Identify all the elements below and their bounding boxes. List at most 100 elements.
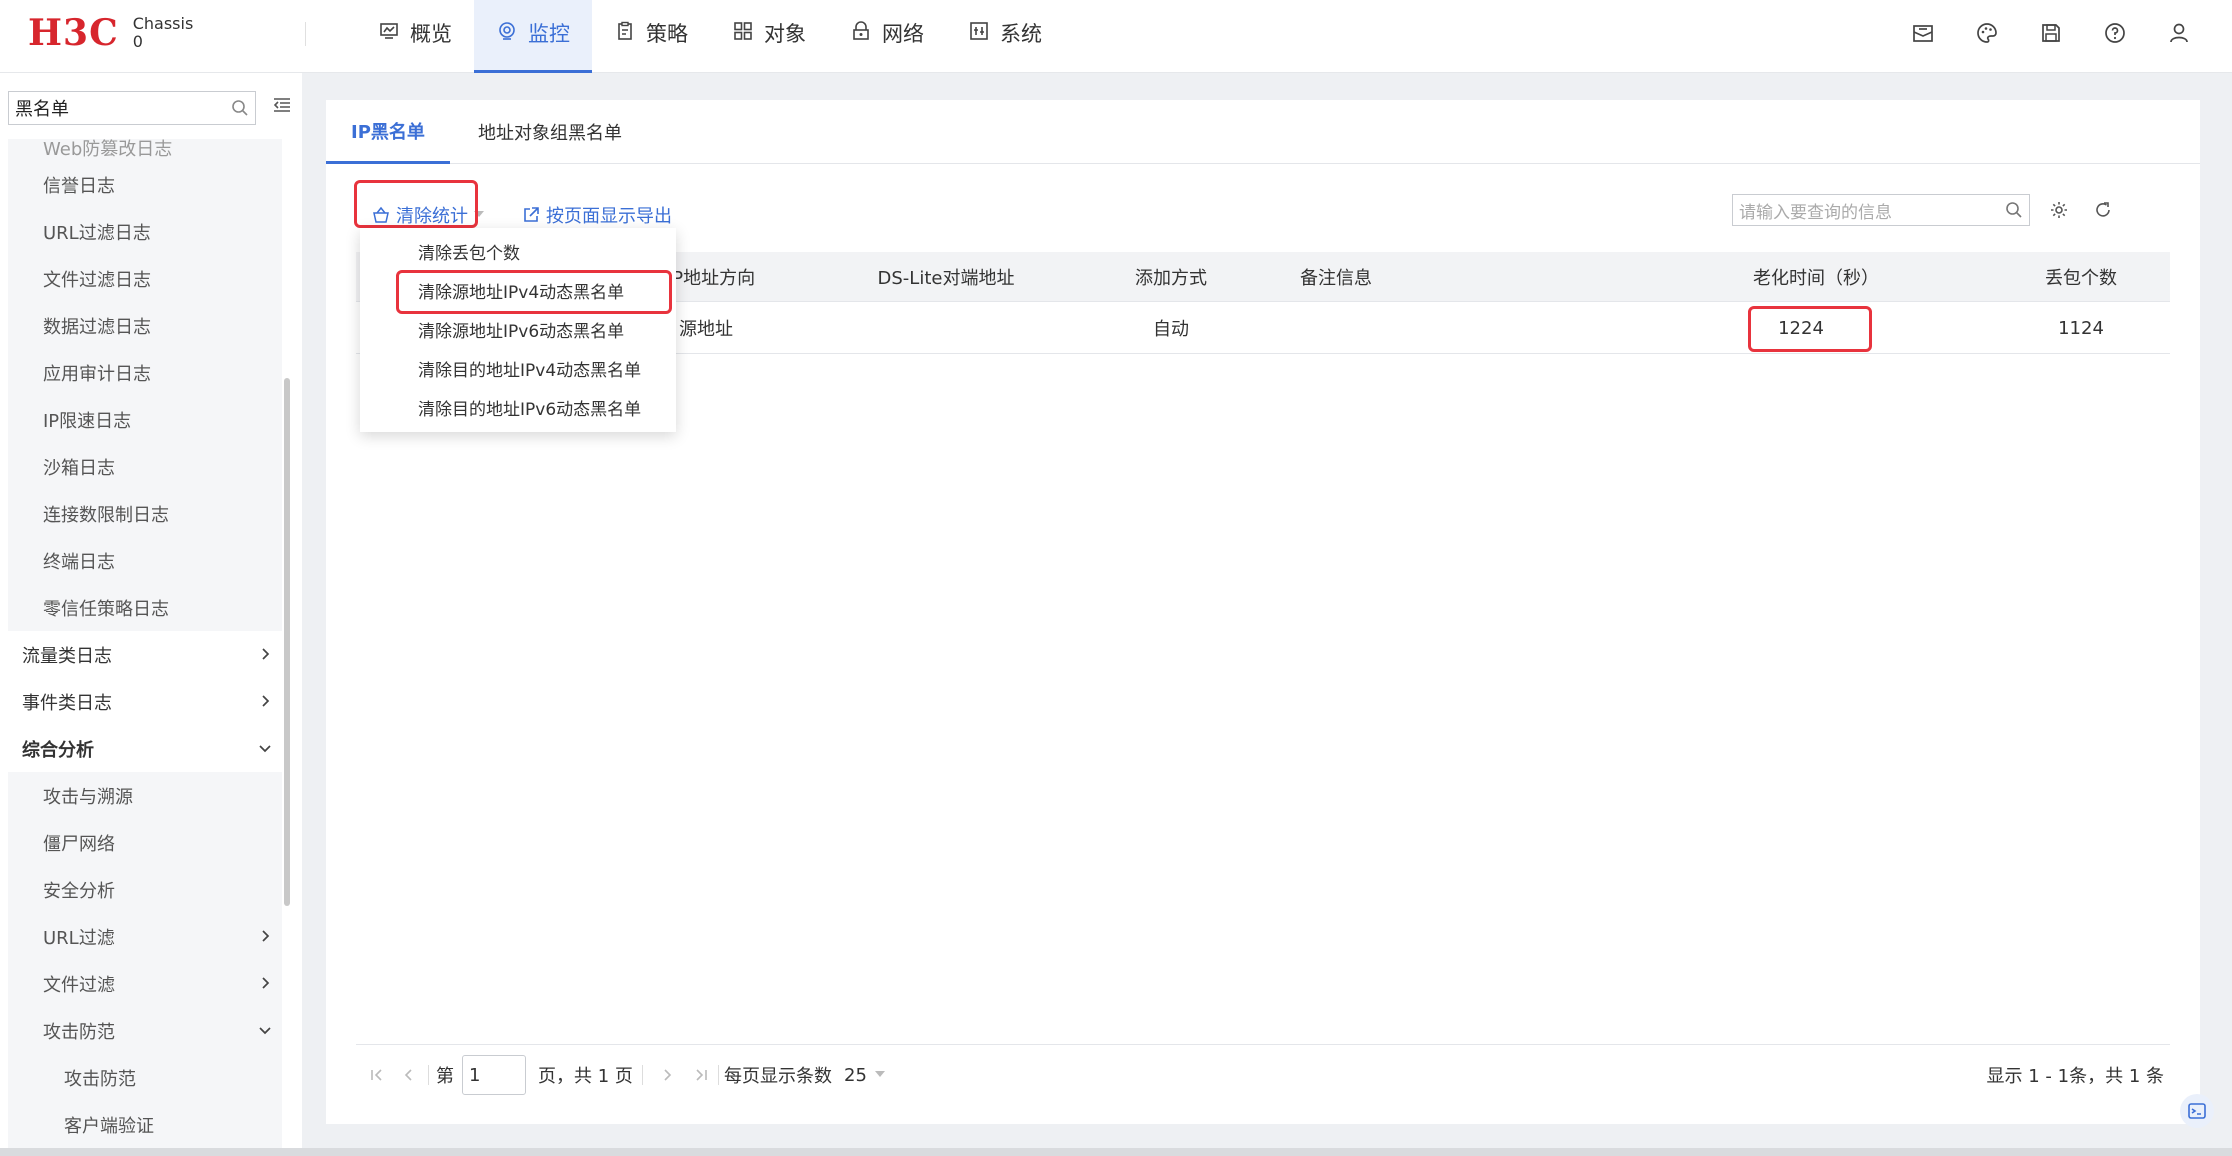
sidebar-menu: Web防篡改日志信誉日志 URL过滤日志文件过滤日志 数据过滤日志 应用审计日志 IP限… xyxy=(8,139,282,1148)
help-icon[interactable] xyxy=(2098,16,2132,50)
sidebar-item[interactable]: URL过滤日志 xyxy=(8,208,282,255)
sidebar-scrollbar[interactable] xyxy=(284,378,290,906)
chevron-right-icon xyxy=(256,927,274,945)
sidebar-item[interactable]: 信誉日志 xyxy=(8,161,282,208)
sidebar-item[interactable]: 文件过滤 xyxy=(8,960,282,1007)
content-panel: IP黑名单 地址对象组黑名单 清除统计 按页面显示导出 请输入要查询的信息 IP… xyxy=(326,100,2200,1124)
sidebar-item[interactable]: URL过滤 xyxy=(8,913,282,960)
sidebar-item[interactable]: 文件过滤日志 xyxy=(8,255,282,302)
search-icon[interactable] xyxy=(225,99,255,117)
separator xyxy=(428,1065,429,1085)
settings-icon[interactable] xyxy=(2048,199,2070,221)
save-icon[interactable] xyxy=(2034,16,2068,50)
sidebar-item[interactable]: IP限速日志 xyxy=(8,396,282,443)
nav-system[interactable]: 系统 xyxy=(946,0,1064,73)
sidebar-item[interactable]: 终端日志 xyxy=(8,537,282,584)
sidebar-item[interactable]: 数据过滤日志 xyxy=(8,302,282,349)
sidebar-item[interactable]: 沙箱日志 xyxy=(8,443,282,490)
next-page-icon[interactable] xyxy=(660,1045,674,1105)
sidebar-item-label: 攻击防范 xyxy=(64,1068,136,1090)
cell-note xyxy=(1256,302,1416,354)
terminal-icon[interactable] xyxy=(2180,1094,2214,1128)
sidebar-item-label: 事件类日志 xyxy=(22,692,112,714)
sidebar-item[interactable]: 事件类日志 xyxy=(8,678,282,725)
col-drop-count[interactable]: 丢包个数 xyxy=(1996,252,2166,302)
cell-drops: 1124 xyxy=(2058,317,2104,339)
page-suffix: 页，共 1 页 xyxy=(538,1066,633,1087)
sidebar-item[interactable]: 综合分析 xyxy=(8,725,282,772)
sidebar-search-value[interactable]: 黑名单 xyxy=(15,95,225,121)
chevron-down-icon xyxy=(256,739,274,757)
sidebar-item[interactable]: 僵尸网络 xyxy=(8,819,282,866)
nav-label: 策略 xyxy=(646,22,688,46)
sidebar: 黑名单 Web防篡改日志信誉日志 URL过滤日志文件过滤日志 数据过滤日志 应用审计日… xyxy=(0,73,302,1156)
nav-label: 对象 xyxy=(764,22,806,46)
sidebar-item-label: 攻击与溯源 xyxy=(43,786,133,808)
refresh-icon[interactable] xyxy=(2092,199,2114,221)
sidebar-item[interactable]: 安全分析 xyxy=(8,866,282,913)
mail-icon[interactable] xyxy=(1906,16,1940,50)
sidebar-item-label: 综合分析 xyxy=(22,739,94,761)
prev-page-icon[interactable] xyxy=(402,1045,416,1105)
main-nav: 概览 监控 策略 对象 网络 系统 xyxy=(356,0,1064,73)
tab-address-group-blacklist[interactable]: 地址对象组黑名单 xyxy=(478,100,622,164)
pagination-summary: 显示 1 - 1条，共 1 条 xyxy=(1986,1066,2164,1087)
chevron-down-icon xyxy=(256,1021,274,1039)
sidebar-item[interactable]: 应用审计日志 xyxy=(8,349,282,396)
col-add-method[interactable]: 添加方式 xyxy=(1086,252,1256,302)
per-page-label: 每页显示条数 xyxy=(724,1066,832,1087)
nav-policy[interactable]: 策略 xyxy=(592,0,710,73)
nav-overview[interactable]: 概览 xyxy=(356,0,474,73)
sidebar-item-label: 文件过滤 xyxy=(43,974,115,996)
first-page-icon[interactable] xyxy=(370,1045,384,1105)
menu-item-clear-dst-ipv6[interactable]: 清除目的地址IPv6动态黑名单 xyxy=(360,388,676,427)
nav-network[interactable]: 网络 xyxy=(828,0,946,73)
logo[interactable]: H3C Chassis 0 xyxy=(28,12,193,54)
sidebar-item[interactable]: 零信任策略日志 xyxy=(8,584,282,631)
col-note[interactable]: 备注信息 xyxy=(1256,252,1416,302)
sidebar-item-label: 沙箱日志 xyxy=(43,457,115,479)
chevron-right-icon xyxy=(256,692,274,710)
sidebar-search-input[interactable]: 黑名单 xyxy=(8,91,256,125)
export-icon xyxy=(522,206,540,224)
sidebar-item-label: URL过滤日志 xyxy=(43,222,151,244)
network-lock-icon xyxy=(850,20,872,42)
export-button[interactable]: 按页面显示导出 xyxy=(522,200,672,230)
sidebar-item[interactable]: 攻击防范 xyxy=(8,1007,282,1054)
table-search-input[interactable]: 请输入要查询的信息 xyxy=(1732,194,2030,226)
sidebar-item[interactable]: Web防篡改日志 xyxy=(8,139,282,161)
palette-icon[interactable] xyxy=(1970,16,2004,50)
menu-item-clear-src-ipv6[interactable]: 清除源地址IPv6动态黑名单 xyxy=(360,310,676,349)
nav-object[interactable]: 对象 xyxy=(710,0,828,73)
monitor-eye-icon xyxy=(496,20,518,42)
sidebar-item[interactable]: 客户端验证 xyxy=(8,1101,282,1148)
user-icon[interactable] xyxy=(2162,16,2196,50)
nav-label: 网络 xyxy=(882,22,924,46)
search-icon[interactable] xyxy=(1999,201,2029,219)
per-page-select[interactable]: 25 xyxy=(844,1045,885,1105)
sidebar-item[interactable]: 攻击防范 xyxy=(8,1054,282,1101)
last-page-icon[interactable] xyxy=(694,1045,708,1105)
grid-icon xyxy=(732,20,754,42)
page-prefix: 第 xyxy=(436,1066,454,1087)
sidebar-item[interactable]: 流量类日志 xyxy=(8,631,282,678)
col-dslite-peer[interactable]: DS-Lite对端地址 xyxy=(826,252,1066,302)
search-placeholder[interactable]: 请输入要查询的信息 xyxy=(1739,198,1999,223)
menu-item-clear-drops[interactable]: 清除丢包个数 xyxy=(360,232,676,271)
nav-monitor[interactable]: 监控 xyxy=(474,0,592,73)
cell-method: 自动 xyxy=(1153,319,1189,340)
tab-ip-blacklist[interactable]: IP黑名单 xyxy=(326,100,450,164)
sidebar-item[interactable]: 攻击与溯源 xyxy=(8,772,282,819)
col-aging-time[interactable]: 老化时间（秒） xyxy=(1716,252,1916,302)
menu-item-clear-dst-ipv4[interactable]: 清除目的地址IPv4动态黑名单 xyxy=(360,349,676,388)
sidebar-item-label: 连接数限制日志 xyxy=(43,504,169,526)
sidebar-item-label: 信誉日志 xyxy=(43,175,115,197)
page-number-input[interactable]: 1 xyxy=(462,1055,526,1095)
divider xyxy=(305,22,306,46)
nav-label: 监控 xyxy=(528,22,570,46)
nav-label: 概览 xyxy=(410,22,452,46)
collapse-sidebar-icon[interactable] xyxy=(272,95,296,119)
sidebar-item[interactable]: 连接数限制日志 xyxy=(8,490,282,537)
sidebar-item-label: URL过滤 xyxy=(43,927,115,949)
device-line-1: Chassis xyxy=(132,14,194,33)
